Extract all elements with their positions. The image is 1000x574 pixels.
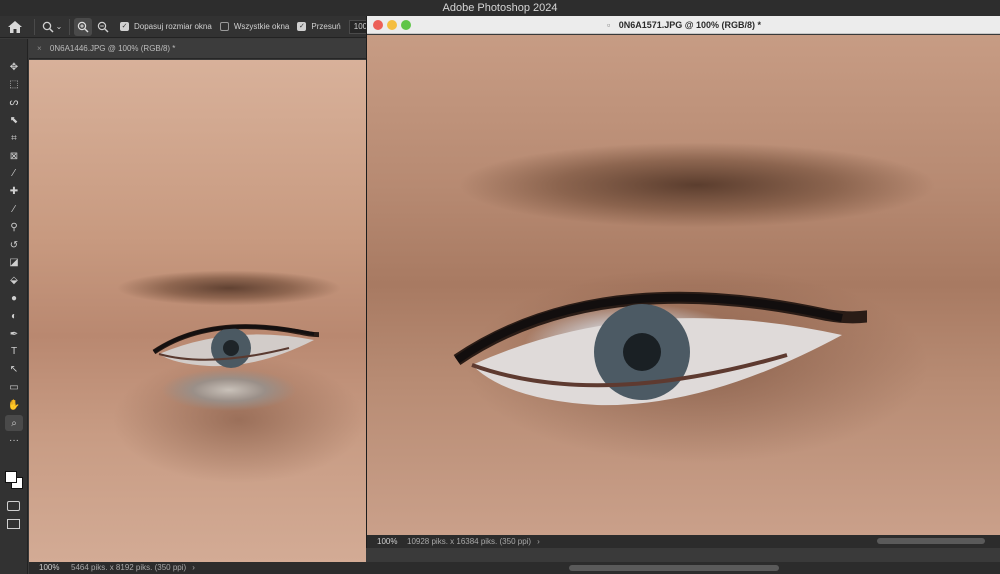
- more-tools-icon: ···: [9, 435, 19, 447]
- object-select-icon: ⬉: [9, 114, 19, 126]
- path-select-icon: ↖: [9, 364, 19, 376]
- paint-bucket-tool-button[interactable]: ⬙: [5, 273, 23, 289]
- document-icon: ▫: [606, 20, 611, 30]
- window-zoom-button[interactable]: [401, 20, 411, 30]
- all-windows-checkbox[interactable]: Wszystkie okna: [219, 22, 290, 31]
- separator: [34, 18, 35, 35]
- marquee-icon: ⬚: [9, 79, 19, 91]
- eyedropper-tool-button[interactable]: ⁄: [5, 166, 23, 182]
- frame-icon: ⊠: [9, 150, 19, 162]
- doc1-document-info: 5464 piks. x 8192 piks. (350 ppi): [71, 563, 187, 572]
- zoom-out-button[interactable]: [94, 18, 112, 36]
- doc1-zoom-level[interactable]: 100%: [29, 562, 71, 574]
- app-title-bar: Adobe Photoshop 2024: [0, 0, 1000, 16]
- path-select-tool-button[interactable]: ↖: [5, 362, 23, 378]
- lasso-icon: ᔕ: [9, 97, 19, 109]
- screen-mode-button[interactable]: [7, 519, 20, 529]
- doc2-horizontal-scrollbar[interactable]: [877, 538, 985, 544]
- move-icon: ✥: [9, 61, 19, 73]
- history-brush-icon: ↺: [9, 239, 19, 251]
- zoom-tool-preset-button[interactable]: ⌄: [39, 18, 65, 36]
- type-tool-button[interactable]: T: [5, 344, 23, 360]
- doc1-tab[interactable]: × 0N6A1446.JPG @ 100% (RGB/8) *: [29, 39, 366, 59]
- zoom-in-icon: [77, 21, 89, 32]
- paint-bucket-icon: ⬙: [10, 275, 18, 287]
- zoom-icon: [42, 21, 54, 33]
- doc2-floating-window: ▫ 0N6A1571.JPG @ 100% (RGB/8) * 100% 109…: [366, 16, 1000, 548]
- doc2-status-bar: 100% 10928 piks. x 16384 piks. (350 ppi)…: [367, 535, 1000, 548]
- doc2-eye-image: [453, 291, 867, 406]
- all-windows-label: Wszystkie okna: [233, 22, 290, 31]
- doc2-canvas[interactable]: [367, 35, 1000, 535]
- healing-brush-icon: ✚: [9, 186, 19, 198]
- zoom-icon: ⌕: [11, 417, 17, 429]
- eraser-tool-button[interactable]: ◪: [5, 255, 23, 271]
- fit-window-label: Dopasuj rozmiar okna: [134, 22, 212, 31]
- clone-stamp-tool-button[interactable]: ⚲: [5, 219, 23, 235]
- history-brush-tool-button[interactable]: ↺: [5, 237, 23, 253]
- home-icon: [8, 20, 22, 33]
- healing-brush-tool-button[interactable]: ✚: [5, 184, 23, 200]
- dodge-icon: ◐: [10, 310, 18, 322]
- fit-window-checkbox[interactable]: ✓ Dopasuj rozmiar okna: [120, 22, 212, 31]
- doc2-zoom-level[interactable]: 100%: [367, 535, 407, 548]
- blur-icon: ●: [10, 292, 18, 304]
- photoshop-app: Adobe Photoshop 2024 ⌄ ✓ Dopasuj rozmiar…: [0, 0, 1000, 574]
- zoom-in-button[interactable]: [74, 17, 92, 36]
- color-swatches[interactable]: [4, 469, 24, 491]
- crop-tool-button[interactable]: ⌗: [5, 130, 23, 146]
- doc1-canvas[interactable]: [29, 60, 366, 562]
- foreground-color-swatch[interactable]: [5, 471, 17, 483]
- lasso-tool-button[interactable]: ᔕ: [5, 95, 23, 111]
- quick-mask-button[interactable]: [7, 501, 20, 511]
- zoom-tool-button[interactable]: ⌕: [5, 415, 23, 431]
- zoom-out-icon: [97, 21, 109, 32]
- home-button[interactable]: [0, 16, 30, 38]
- checkbox-empty-icon: [219, 22, 229, 31]
- marquee-tool-button[interactable]: ⬚: [5, 77, 23, 93]
- pen-icon: ✒: [9, 328, 19, 340]
- chevron-right-icon[interactable]: ›: [537, 535, 540, 548]
- blur-tool-button[interactable]: ●: [5, 290, 23, 306]
- window-close-button[interactable]: [373, 20, 383, 30]
- checkmark-icon: ✓: [297, 22, 307, 31]
- doc2-title: 0N6A1571.JPG @ 100% (RGB/8) *: [618, 20, 762, 30]
- chevron-right-icon[interactable]: ›: [192, 562, 195, 574]
- hand-icon: ✋: [7, 399, 21, 411]
- doc1-horizontal-scrollbar[interactable]: [569, 565, 779, 571]
- doc1-tab-title: 0N6A1446.JPG @ 100% (RGB/8) *: [49, 44, 176, 53]
- brush-icon: ∕: [13, 203, 15, 215]
- eyedropper-icon: ⁄: [13, 168, 15, 180]
- crop-icon: ⌗: [11, 132, 17, 144]
- rectangle-tool-button[interactable]: ▭: [5, 379, 23, 395]
- doc2-document-info: 10928 piks. x 16384 piks. (350 ppi): [407, 537, 532, 546]
- scrubby-zoom-label: Przesuń: [311, 22, 341, 31]
- tools-panel: ✥ ⬚ ᔕ ⬉ ⌗ ⊠ ⁄ ✚ ∕ ⚲ ↺ ◪ ⬙ ● ◐ ✒ T ↖ ▭ ✋ ⌕ ···: [0, 39, 28, 574]
- frame-tool-button[interactable]: ⊠: [5, 148, 23, 164]
- doc1-eye-image: [152, 324, 319, 368]
- hand-tool-button[interactable]: ✋: [5, 397, 23, 413]
- scrubby-zoom-checkbox[interactable]: ✓ Przesuń: [297, 22, 341, 31]
- dodge-tool-button[interactable]: ◐: [5, 308, 23, 324]
- checkmark-icon: ✓: [120, 22, 129, 31]
- clone-stamp-icon: ⚲: [10, 221, 18, 233]
- app-title: Adobe Photoshop 2024: [442, 2, 558, 14]
- separator: [69, 18, 70, 35]
- chevron-down-icon: ⌄: [55, 22, 63, 31]
- eraser-icon: ◪: [9, 257, 19, 269]
- close-icon[interactable]: ×: [37, 44, 42, 53]
- window-minimize-button[interactable]: [387, 20, 397, 30]
- more-tools-tool-button[interactable]: ···: [5, 433, 23, 449]
- doc1-status-bar: 100% 5464 piks. x 8192 piks. (350 ppi) ›: [29, 562, 1000, 574]
- type-icon: T: [10, 346, 18, 358]
- doc2-title-bar[interactable]: ▫ 0N6A1571.JPG @ 100% (RGB/8) *: [367, 16, 1000, 34]
- rectangle-icon: ▭: [9, 381, 19, 393]
- brush-tool-button[interactable]: ∕: [5, 201, 23, 217]
- pen-tool-button[interactable]: ✒: [5, 326, 23, 342]
- move-tool-button[interactable]: ✥: [5, 59, 23, 75]
- object-select-tool-button[interactable]: ⬉: [5, 112, 23, 128]
